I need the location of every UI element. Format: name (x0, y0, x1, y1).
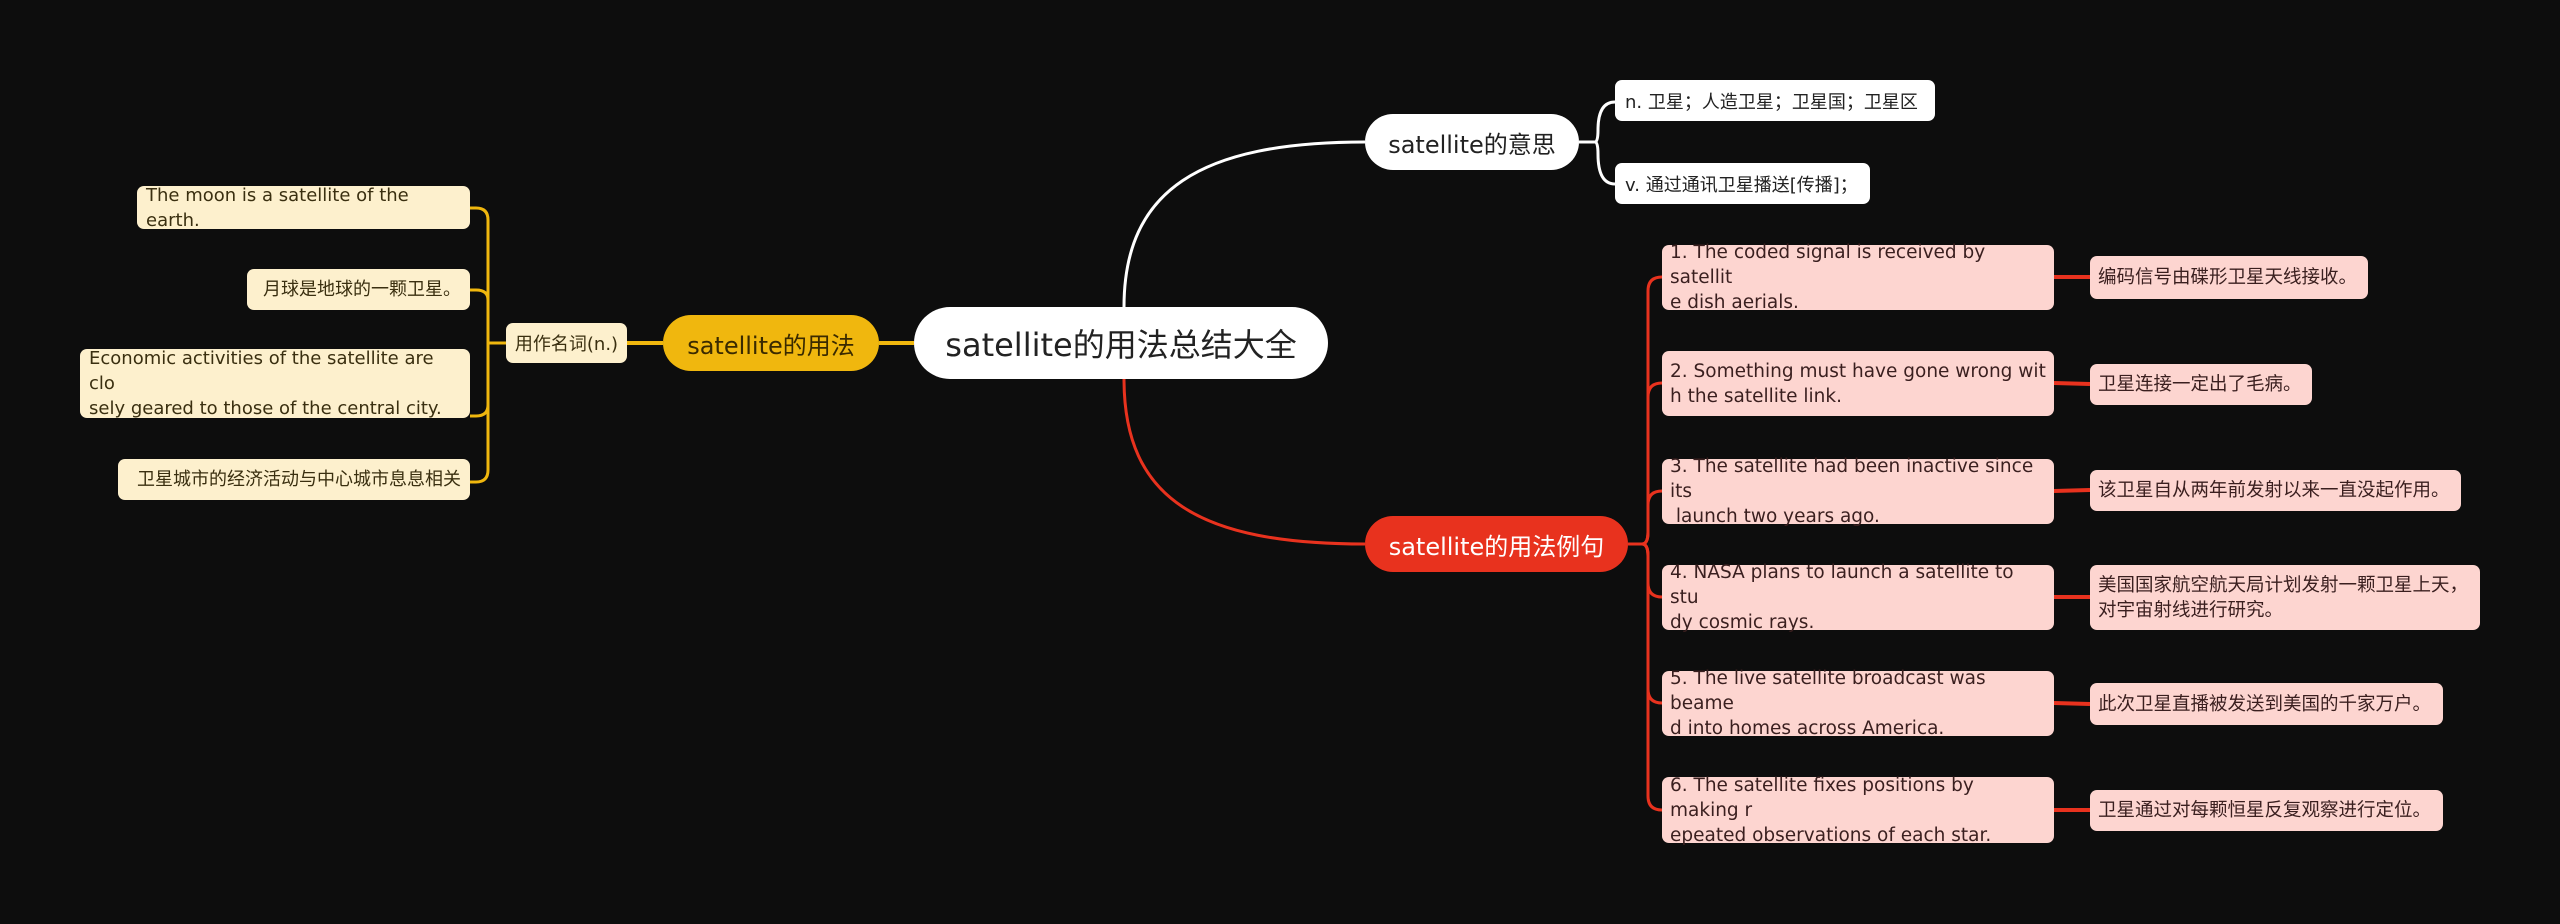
sentence-en-2[interactable]: 2. Something must have gone wrong wit h … (1662, 351, 2054, 416)
sentence-en-4[interactable]: 4. NASA plans to launch a satellite to s… (1662, 562, 2054, 633)
usage-example-1[interactable]: The moon is a satellite of the earth. (137, 185, 470, 231)
connector-category-leaf-1 (470, 206, 506, 345)
connector-sentence-2 (1628, 381, 1663, 546)
sentence-zh-3[interactable]: 该卫星自从两年前发射以来一直没起作用。 (2090, 470, 2461, 511)
branch-usage[interactable]: satellite的用法 (663, 315, 879, 371)
connector-sentence-6 (1628, 542, 1663, 812)
sentence-zh-2[interactable]: 卫星连接一定出了毛病。 (2090, 364, 2312, 405)
connector-meaning-leaf-2 (1594, 140, 1616, 186)
connector-meaning-leaf-1 (1579, 100, 1616, 144)
meaning-noun[interactable]: n. 卫星；人造卫星；卫星国；卫星区 (1615, 80, 1935, 121)
connector-translation-2 (2053, 381, 2091, 386)
connector-sentence-3 (1628, 489, 1663, 546)
usage-example-4[interactable]: 卫星城市的经济活动与中心城市息息相关 (118, 459, 470, 500)
category-noun[interactable]: 用作名词(n.) (506, 323, 627, 363)
branch-sentences[interactable]: satellite的用法例句 (1365, 516, 1628, 572)
usage-example-3[interactable]: Economic activities of the satellite are… (80, 348, 470, 419)
meaning-verb[interactable]: v. 通过通讯卫星播送[传播]； (1615, 163, 1870, 204)
sentence-zh-6[interactable]: 卫星通过对每颗恒星反复观察进行定位。 (2090, 790, 2443, 831)
connector-sentence-4 (1628, 542, 1663, 599)
sentence-en-6[interactable]: 6. The satellite fixes positions by maki… (1662, 775, 2054, 846)
sentence-zh-1[interactable]: 编码信号由碟形卫星天线接收。 (2090, 256, 2368, 299)
connector-translation-5 (2053, 701, 2091, 706)
sentence-zh-4[interactable]: 美国国家航空航天局计划发射一颗卫星上天， 对宇宙射线进行研究。 (2090, 565, 2480, 630)
sentence-en-5[interactable]: 5. The live satellite broadcast was beam… (1662, 668, 2054, 739)
sentence-en-1[interactable]: 1. The coded signal is received by satel… (1662, 242, 2054, 313)
branch-meaning[interactable]: satellite的意思 (1365, 114, 1579, 170)
connector-category-leaf-3 (470, 343, 490, 418)
connector-root-meaning (1122, 140, 1366, 308)
connector-root-sentences (1122, 378, 1366, 546)
sentence-zh-5[interactable]: 此次卫星直播被发送到美国的千家万户。 (2090, 683, 2443, 725)
connector-category-leaf-2 (470, 288, 490, 301)
connector-translation-3 (2053, 488, 2091, 493)
sentence-en-3[interactable]: 3. The satellite had been inactive since… (1662, 456, 2054, 527)
connector-sentence-1 (1628, 275, 1663, 546)
usage-example-2[interactable]: 月球是地球的一颗卫星。 (247, 269, 470, 310)
connector-sentence-5 (1628, 542, 1663, 705)
root-node[interactable]: satellite的用法总结大全 (914, 307, 1328, 379)
